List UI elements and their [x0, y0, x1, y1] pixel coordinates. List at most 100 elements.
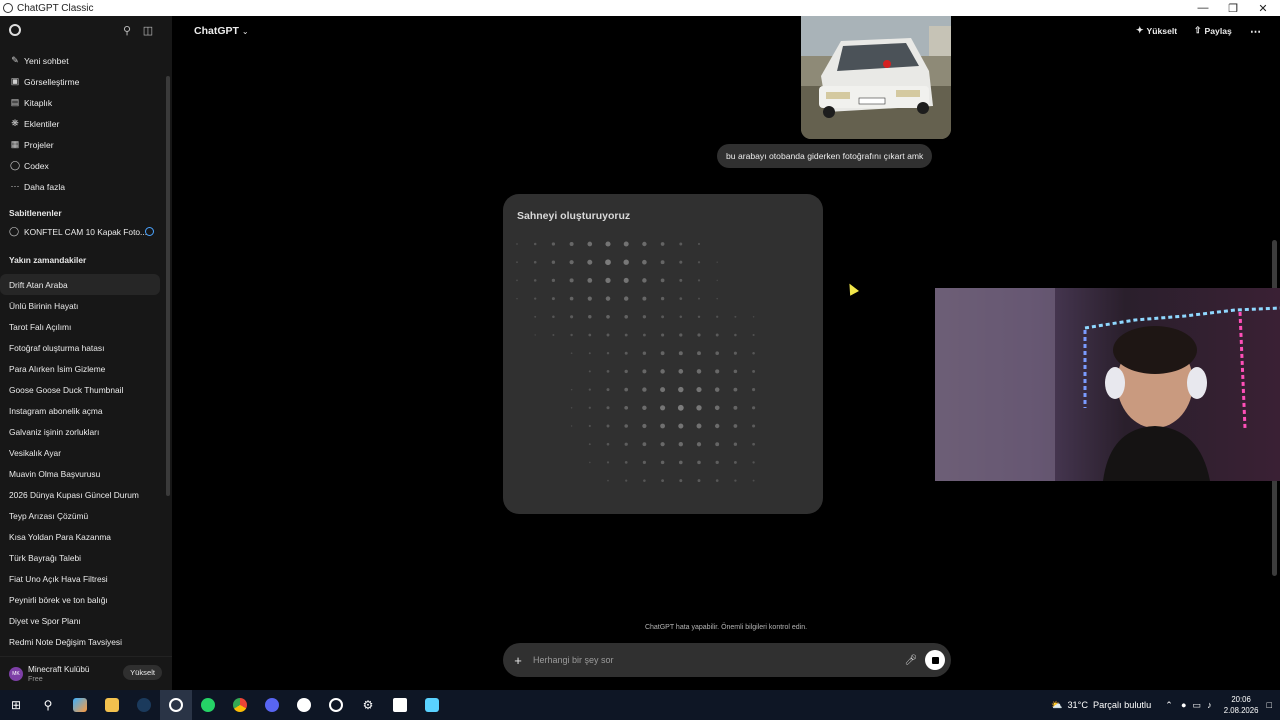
- chat-history-item[interactable]: Kısa Yoldan Para Kazanma: [0, 526, 168, 547]
- loading-dot: [552, 315, 555, 319]
- chat-history-item[interactable]: Para Alırken İsim Gizleme: [0, 358, 168, 379]
- chat-history-item[interactable]: Fiat Uno Açık Hava Filtresi: [0, 568, 168, 589]
- loading-dot: [534, 315, 537, 318]
- loading-dot: [679, 333, 683, 337]
- loading-dot: [752, 388, 756, 392]
- sidebar-item-codex[interactable]: ◯ Codex: [0, 155, 172, 176]
- loading-dot: [624, 369, 628, 374]
- chat-history-item[interactable]: Ünlü Birinin Hayatı: [0, 295, 168, 316]
- loading-dot: [733, 351, 737, 355]
- chat-history-item[interactable]: Diyet ve Spor Planı: [0, 610, 168, 631]
- weather-temp[interactable]: 31°C: [1067, 700, 1088, 710]
- loading-dot: [733, 424, 738, 428]
- chat-history-item[interactable]: Fotoğraf oluşturma hatası: [0, 337, 168, 358]
- sidebar-item-projects[interactable]: ▦ Projeler: [0, 134, 172, 155]
- chat-history-item[interactable]: Peynirli börek ve ton balığı: [0, 589, 168, 610]
- uploaded-car-image[interactable]: [801, 16, 951, 139]
- search-icon[interactable]: ⚲: [120, 23, 134, 37]
- loading-dot: [734, 333, 737, 337]
- chat-history-item[interactable]: Galvaniz işinin zorlukları: [0, 421, 168, 442]
- share-button[interactable]: ⇧ Paylaş: [1194, 25, 1232, 36]
- sidebar-item-images[interactable]: ▣ Görselleştirme: [0, 71, 172, 92]
- sidebar-upgrade-button[interactable]: Yükselt: [123, 665, 162, 680]
- file-explorer-icon[interactable]: [96, 690, 128, 720]
- app-blue-icon[interactable]: [416, 690, 448, 720]
- discord-icon[interactable]: [256, 690, 288, 720]
- tray-mic-icon[interactable]: ●: [1181, 700, 1187, 710]
- model-selector[interactable]: ChatGPT ⌄: [194, 25, 249, 37]
- loading-dot: [733, 387, 738, 392]
- network-icon[interactable]: ▭: [1192, 700, 1201, 711]
- sidebar-item-more[interactable]: ⋯ Daha fazla: [0, 176, 172, 197]
- chat-history-item[interactable]: Instagram abonelik açma: [0, 400, 168, 421]
- volume-icon[interactable]: ♪: [1207, 700, 1212, 710]
- obs-icon[interactable]: [288, 690, 320, 720]
- chat-history-item[interactable]: Tarot Falı Açılımı: [0, 316, 168, 337]
- settings-gear-icon[interactable]: ⚙: [352, 690, 384, 720]
- copilot-icon[interactable]: [64, 690, 96, 720]
- minimize-icon[interactable]: —: [1188, 0, 1218, 16]
- sidebar-item-library[interactable]: ▤ Kitaplık: [0, 92, 172, 113]
- loading-dot: [588, 333, 592, 337]
- loading-dot: [678, 460, 683, 465]
- capcut-icon[interactable]: [384, 690, 416, 720]
- close-icon[interactable]: ✕: [1248, 0, 1278, 16]
- image-generation-placeholder: Sahneyi oluşturuyoruz: [503, 194, 823, 514]
- loading-dot: [660, 242, 665, 246]
- tray-chevron-up-icon[interactable]: ⌃: [1165, 700, 1173, 711]
- notification-icon[interactable]: □: [1266, 700, 1272, 710]
- chat-history-item[interactable]: Muavin Olma Başvurusu: [0, 463, 168, 484]
- loading-dot: [570, 425, 573, 427]
- loading-dot: [679, 297, 683, 300]
- taskbar-search-icon[interactable]: ⚲: [32, 690, 64, 720]
- message-input[interactable]: [533, 655, 901, 665]
- loading-dot: [551, 278, 556, 283]
- microphone-icon[interactable]: 🎤︎: [901, 655, 921, 666]
- chat-history-item[interactable]: Drift Atan Araba: [0, 274, 160, 295]
- loading-dot: [752, 461, 755, 464]
- sidebar-item-new-chat[interactable]: ✎ Yeni sohbet: [0, 50, 172, 71]
- loading-dot: [678, 386, 684, 393]
- loading-dot: [716, 297, 718, 300]
- loading-dot: [752, 369, 756, 373]
- loading-dot: [551, 297, 555, 301]
- weather-text[interactable]: Parçalı bulutlu: [1093, 700, 1151, 710]
- chat-history-item[interactable]: Teyp Arızası Çözümü: [0, 505, 168, 526]
- clock-app-icon[interactable]: [320, 690, 352, 720]
- chat-history-item[interactable]: 2026 Dünya Kupası Güncel Durum: [0, 484, 168, 505]
- webcam-overlay: [935, 288, 1280, 481]
- loading-dot: [607, 479, 609, 482]
- attach-plus-icon[interactable]: +: [503, 653, 533, 668]
- sidebar-nav: ✎ Yeni sohbet ▣ Görselleştirme ▤ Kitaplık ❋…: [0, 50, 172, 197]
- loading-dot: [605, 277, 611, 284]
- clock[interactable]: 20:06 2.08.2026: [1224, 694, 1259, 716]
- sidebar-toggle-icon[interactable]: ◫: [141, 23, 155, 37]
- chat-history-item[interactable]: Türk Bayrağı Talebi: [0, 547, 168, 568]
- openai-logo-icon[interactable]: [9, 24, 21, 36]
- sidebar-item-label: Yeni sohbet: [24, 55, 69, 66]
- sidebar-scrollbar[interactable]: [166, 76, 170, 496]
- chat-history-item[interactable]: Vesikalık Ayar: [0, 442, 168, 463]
- loading-dot: [697, 279, 701, 282]
- loading-dot: [715, 442, 720, 447]
- chat-history-item[interactable]: Goose Goose Duck Thumbnail: [0, 379, 168, 400]
- steam-icon[interactable]: [128, 690, 160, 720]
- user-profile[interactable]: MK Minecraft Kulübü Free Yükselt: [0, 656, 172, 690]
- loading-dot: [642, 259, 647, 265]
- whatsapp-icon[interactable]: [192, 690, 224, 720]
- loading-dot: [606, 442, 610, 446]
- loading-dot: [679, 260, 683, 264]
- stop-generation-button[interactable]: [925, 650, 945, 670]
- loading-dot: [696, 442, 702, 447]
- restore-icon[interactable]: ❐: [1218, 0, 1248, 16]
- more-options-icon[interactable]: ⋯: [1250, 25, 1261, 38]
- weather-icon[interactable]: ⛅: [1051, 700, 1062, 711]
- chatgpt-taskbar-icon[interactable]: [160, 690, 192, 720]
- sidebar-item-apps[interactable]: ❋ Eklentiler: [0, 113, 172, 134]
- windows-start-icon[interactable]: ⊞: [0, 690, 32, 720]
- pinned-item[interactable]: ◯ KONFTEL CAM 10 Kapak Foto...: [0, 221, 172, 242]
- chat-history-item[interactable]: Redmi Note Değişim Tavsiyesi: [0, 631, 168, 652]
- chrome-icon[interactable]: [224, 690, 256, 720]
- loading-dot: [696, 369, 702, 374]
- upgrade-button[interactable]: ✦ Yükselt: [1136, 25, 1177, 36]
